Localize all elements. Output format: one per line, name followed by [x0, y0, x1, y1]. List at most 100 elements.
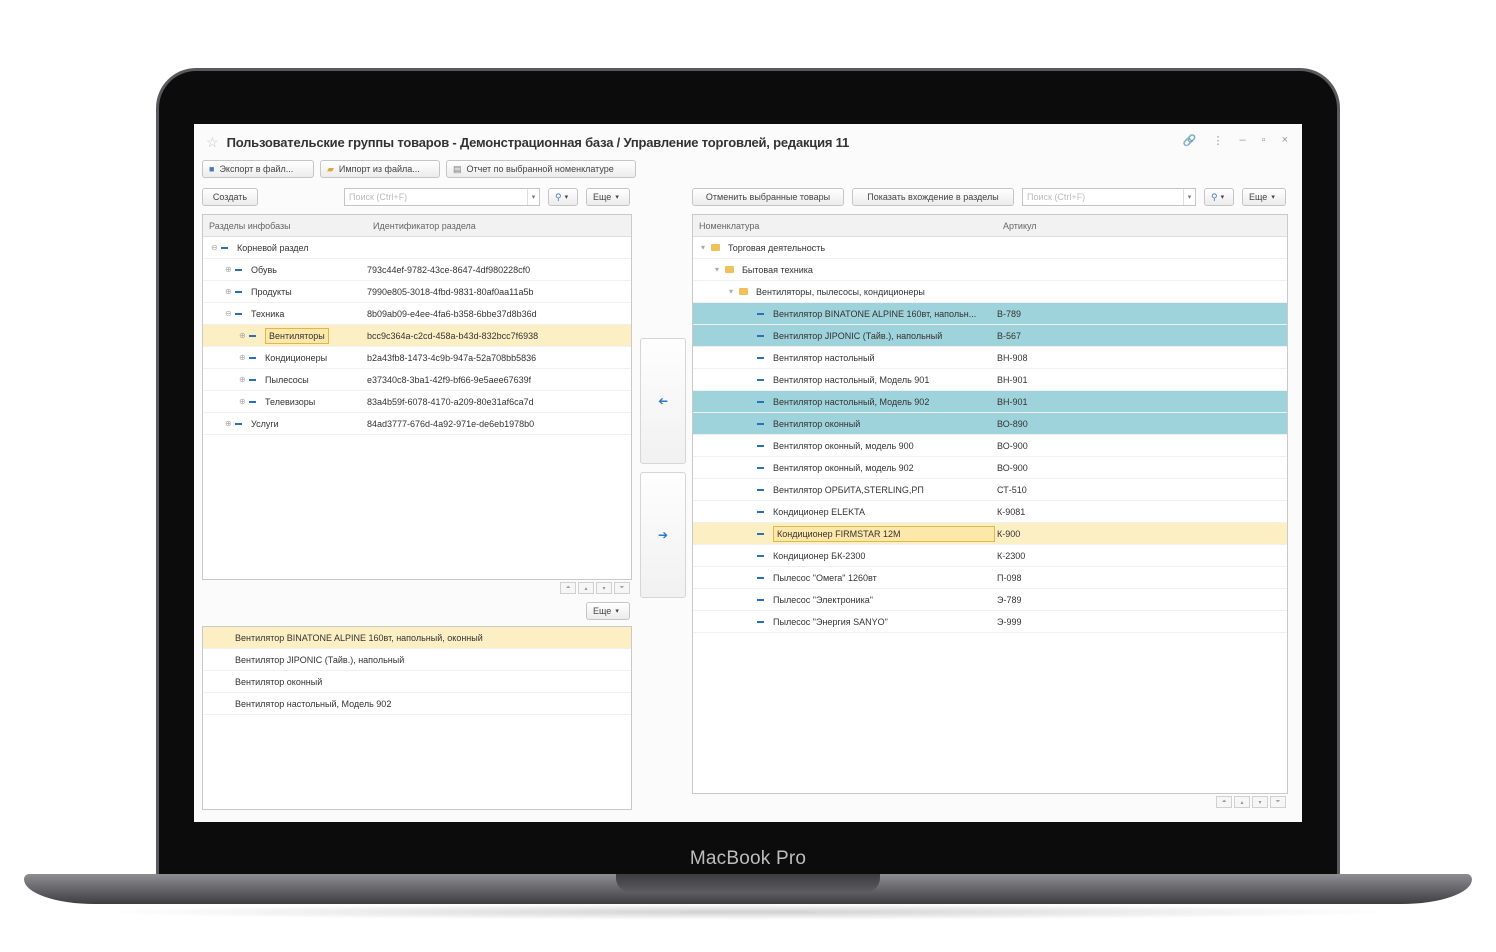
nomenclature-header: Номенклатура Артикул	[693, 215, 1287, 237]
list-item[interactable]: Вентилятор оконный	[203, 671, 631, 693]
nomenclature-cell: Вентилятор JIPONIC (Тайв.), напольный	[693, 331, 997, 341]
list-item-label: Вентилятор BINATONE ALPINE 160вт, наполь…	[235, 632, 483, 643]
table-row[interactable]: Вентилятор ОРБИТА,STERLING,РП СТ-510	[693, 479, 1287, 501]
table-row[interactable]: Пылесос "Электроника" Э-789	[693, 589, 1287, 611]
table-row[interactable]: Кондиционер БК-2300 К-2300	[693, 545, 1287, 567]
table-row[interactable]: Вентилятор BINATONE ALPINE 160вт, наполь…	[693, 303, 1287, 325]
right-search-input[interactable]: Поиск (Ctrl+F) ▾	[1022, 188, 1196, 206]
scroll-up-icon[interactable]: ▴	[578, 582, 594, 594]
table-row[interactable]: Вентилятор оконный ВО-890	[693, 413, 1287, 435]
section-icon	[235, 312, 242, 315]
tree-row[interactable]: ⊕ Обувь 793c44ef-9782-43ce-8647-4df980228c…	[203, 259, 631, 281]
left-search-input[interactable]: Поиск (Ctrl+F) ▾	[344, 188, 540, 206]
cancel-selected-button[interactable]: Отменить выбранные товары	[692, 188, 844, 206]
right-list-scroll-buttons: ⏶ ▴ ▾ ⏷	[1216, 796, 1286, 808]
favorite-star-icon[interactable]: ☆	[206, 134, 219, 151]
collapse-icon[interactable]: ▾	[701, 243, 711, 252]
article-cell: ВО-900	[997, 440, 1028, 451]
table-row[interactable]: Вентилятор настольный, Модель 901 ВН-901	[693, 369, 1287, 391]
save-disk-icon: ■	[209, 164, 215, 174]
laptop-shadow	[90, 904, 1406, 920]
table-row[interactable]: Вентилятор настольный, Модель 902 ВН-901	[693, 391, 1287, 413]
item-name: Пылесос "Омега" 1260вт	[773, 572, 877, 583]
scroll-first-icon[interactable]: ⏶	[1216, 796, 1232, 808]
close-icon[interactable]: ×	[1282, 134, 1288, 147]
expander-icon[interactable]: ⊕	[239, 397, 249, 406]
list-item[interactable]: Вентилятор JIPONIC (Тайв.), напольный	[203, 649, 631, 671]
list-item-label: Вентилятор JIPONIC (Тайв.), напольный	[235, 654, 405, 665]
right-more-button[interactable]: Еще ▾	[1242, 188, 1286, 206]
expander-icon[interactable]: ⊕	[225, 419, 235, 428]
tree-row[interactable]: ⊕ Продукты 7990e805-3018-4fbd-9831-80af0aa…	[203, 281, 631, 303]
create-button[interactable]: Создать	[202, 188, 258, 206]
group-name: Вентиляторы, пылесосы, кондиционеры	[756, 286, 925, 297]
add-to-section-button[interactable]: ➔	[640, 338, 686, 464]
section-items-list[interactable]: Вентилятор BINATONE ALPINE 160вт, наполь…	[202, 626, 632, 810]
right-search-dropdown-icon[interactable]: ▾	[1183, 189, 1195, 205]
sections-tree[interactable]: Разделы инфобазы Идентификатор раздела ⊖…	[202, 214, 632, 580]
maximize-icon[interactable]: ▫	[1262, 134, 1266, 147]
tree-row[interactable]: ⊕ Услуги 84ad3777-676d-4a92-971e-de6eb1978…	[203, 413, 631, 435]
export-button[interactable]: ■ Экспорт в файл...	[202, 160, 314, 178]
expander-icon[interactable]: ⊕	[225, 287, 235, 296]
tree-row[interactable]: ⊖ Техника 8b09ab09-e4ee-4fa6-b358-6bbe37d8…	[203, 303, 631, 325]
list-item[interactable]: Вентилятор BINATONE ALPINE 160вт, наполь…	[203, 627, 631, 649]
import-button[interactable]: ▰ Импорт из файла...	[320, 160, 440, 178]
table-row[interactable]: Вентилятор оконный, модель 900 ВО-900	[693, 435, 1287, 457]
expander-icon[interactable]: ⊕	[239, 331, 249, 340]
table-row[interactable]: Кондиционер ELEKTA К-9081	[693, 501, 1287, 523]
tree-name: Корневой раздел	[237, 242, 309, 253]
scroll-down-icon[interactable]: ▾	[1252, 796, 1268, 808]
column-header-nomenclature[interactable]: Номенклатура	[693, 221, 997, 231]
left-more-button[interactable]: Еще ▾	[586, 188, 630, 206]
left-bottom-more-button[interactable]: Еще ▾	[586, 602, 630, 620]
collapse-icon[interactable]: ▾	[729, 287, 739, 296]
list-item[interactable]: Вентилятор настольный, Модель 902	[203, 693, 631, 715]
tree-row[interactable]: ⊕ Кондиционеры b2a43fb8-1473-4c9b-947a-52a…	[203, 347, 631, 369]
left-search-button[interactable]: ⚲ ▾	[548, 188, 578, 206]
scroll-up-icon[interactable]: ▴	[1234, 796, 1250, 808]
table-row[interactable]: Кондиционер FIRMSTAR 12M К-900	[693, 523, 1287, 545]
nomenclature-cell: Вентилятор оконный, модель 900	[693, 441, 997, 451]
minimize-icon[interactable]: –	[1240, 134, 1246, 147]
nomenclature-cell: Кондиционер БК-2300	[693, 551, 997, 561]
column-header-identifier[interactable]: Идентификатор раздела	[367, 221, 476, 231]
tree-row[interactable]: ⊕ Телевизоры 83a4b59f-6078-4170-a209-80e31…	[203, 391, 631, 413]
right-search-button[interactable]: ⚲ ▾	[1204, 188, 1234, 206]
tree-row[interactable]: ⊕ Пылесосы e37340c8-3ba1-42f9-bf66-9e5aee6…	[203, 369, 631, 391]
group-row[interactable]: ▾ Вентиляторы, пылесосы, кондиционеры	[693, 281, 1287, 303]
left-search-dropdown-icon[interactable]: ▾	[527, 189, 539, 205]
menu-dots-icon[interactable]: ⋮	[1213, 134, 1224, 147]
scroll-down-icon[interactable]: ▾	[596, 582, 612, 594]
column-header-sections[interactable]: Разделы инфобазы	[203, 221, 367, 231]
table-row[interactable]: Вентилятор JIPONIC (Тайв.), напольный B-5…	[693, 325, 1287, 347]
expander-icon[interactable]: ⊖	[211, 243, 221, 252]
table-row[interactable]: Пылесос "Энергия SANYO" Э-999	[693, 611, 1287, 633]
tree-name: Пылесосы	[265, 374, 309, 385]
collapse-icon[interactable]: ▾	[715, 265, 725, 274]
scroll-last-icon[interactable]: ⏷	[1270, 796, 1286, 808]
item-icon	[757, 598, 764, 601]
table-row[interactable]: Вентилятор настольный ВН-908	[693, 347, 1287, 369]
item-icon	[757, 400, 764, 403]
group-row[interactable]: ▾ Торговая деятельность	[693, 237, 1287, 259]
expander-icon[interactable]: ⊕	[225, 265, 235, 274]
tree-row[interactable]: ⊖ Корневой раздел	[203, 237, 631, 259]
table-row[interactable]: Пылесос "Омега" 1260вт П-098	[693, 567, 1287, 589]
column-header-article[interactable]: Артикул	[997, 221, 1037, 231]
report-button[interactable]: ▤ Отчет по выбранной номенклатуре	[446, 160, 636, 178]
scroll-first-icon[interactable]: ⏶	[560, 582, 576, 594]
arrow-right-icon: ➔	[657, 528, 669, 542]
table-row[interactable]: Вентилятор оконный, модель 902 ВО-900	[693, 457, 1287, 479]
show-sections-button[interactable]: Показать вхождение в разделы	[852, 188, 1014, 206]
remove-from-section-button[interactable]: ➔	[640, 472, 686, 598]
expander-icon[interactable]: ⊖	[225, 309, 235, 318]
link-icon[interactable]: 🔗	[1183, 134, 1197, 147]
expander-icon[interactable]: ⊕	[239, 375, 249, 384]
right-search-placeholder: Поиск (Ctrl+F)	[1027, 192, 1086, 202]
nomenclature-list[interactable]: Номенклатура Артикул ▾ Торговая деятельно…	[692, 214, 1288, 794]
tree-row[interactable]: ⊕ Вентиляторы bcc9c364a-c2cd-458a-b43d-832…	[203, 325, 631, 347]
group-row[interactable]: ▾ Бытовая техника	[693, 259, 1287, 281]
expander-icon[interactable]: ⊕	[239, 353, 249, 362]
scroll-last-icon[interactable]: ⏷	[614, 582, 630, 594]
